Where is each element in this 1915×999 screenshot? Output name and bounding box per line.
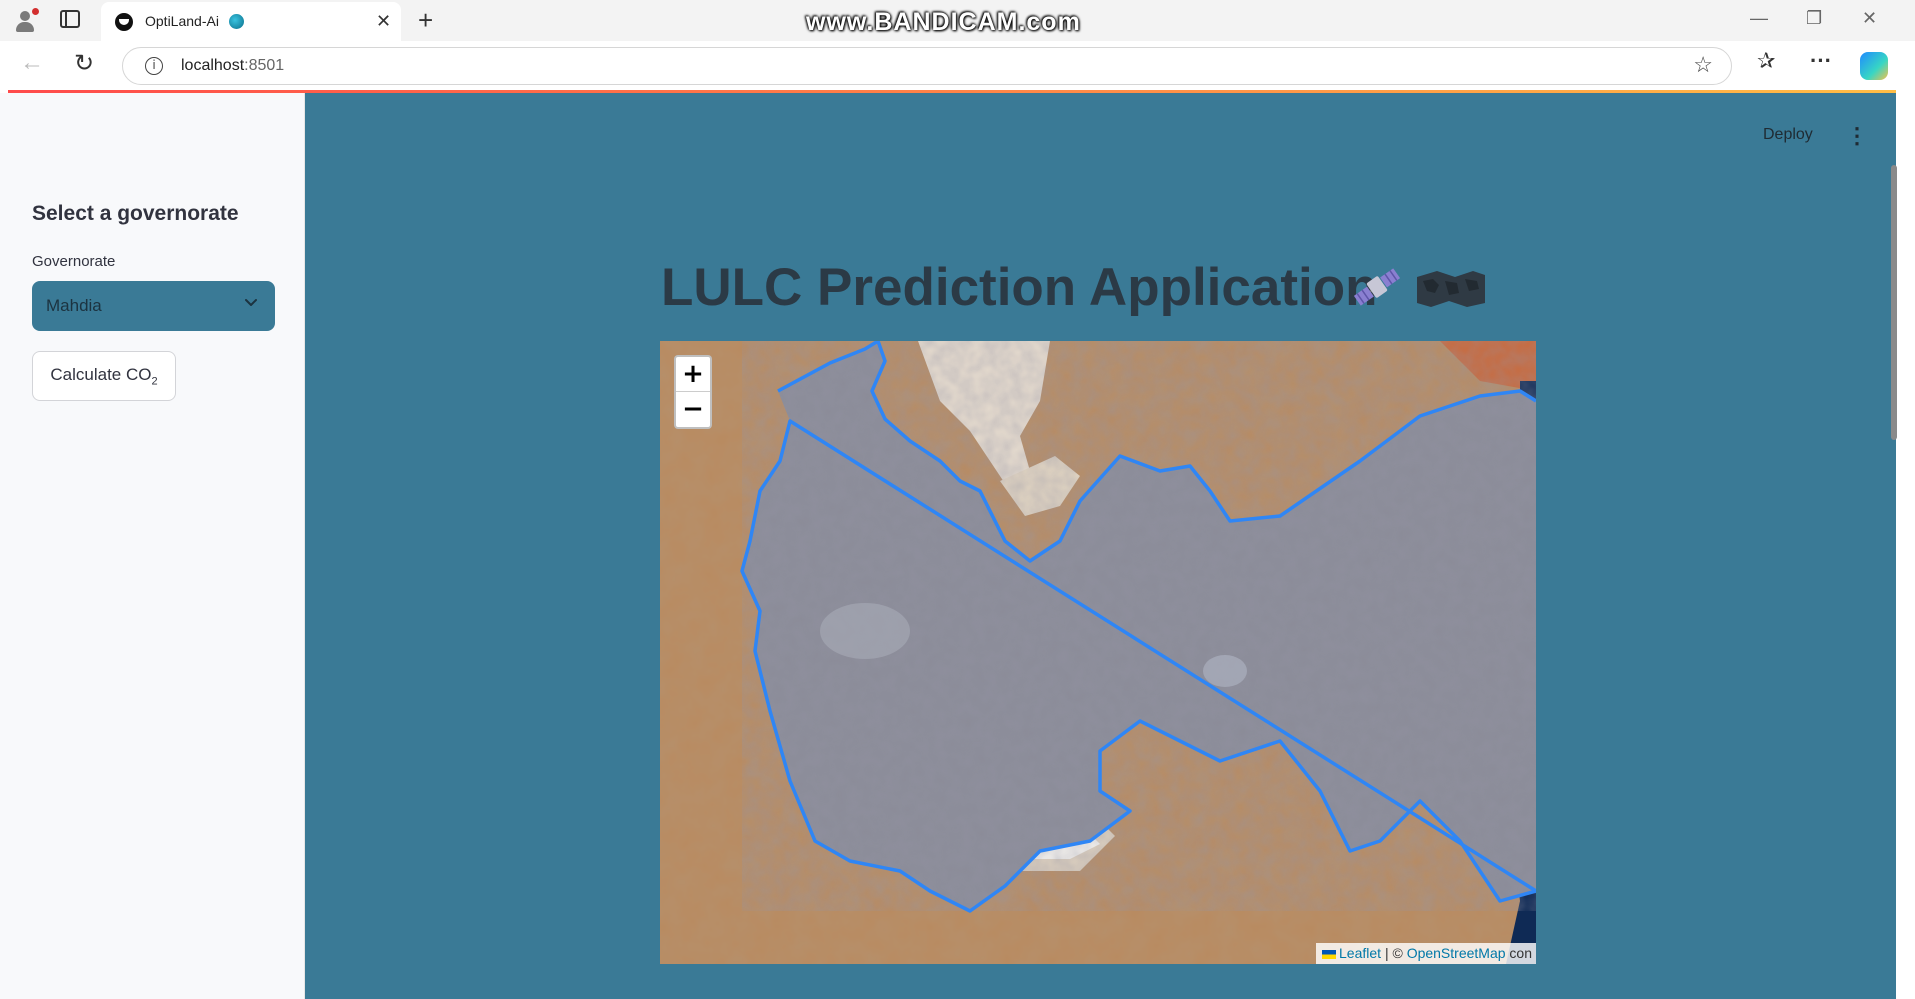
zoom-control: + − <box>674 355 712 429</box>
close-icon[interactable]: ✕ <box>376 11 391 32</box>
main-content: Deploy ⋮ LULC Prediction Application + −… <box>305 93 1897 999</box>
address-bar-row: ← ↻ i localhost:8501 ☆ <box>0 41 1915 90</box>
site-info-icon[interactable]: i <box>145 57 163 75</box>
main-menu-icon[interactable]: ⋮ <box>1846 123 1868 149</box>
leaflet-link[interactable]: Leaflet <box>1339 945 1381 961</box>
profile-icon[interactable] <box>12 8 39 34</box>
zoom-out-button[interactable]: − <box>676 392 710 427</box>
governorate-select-value: Mahdia <box>46 296 102 315</box>
zoom-in-button[interactable]: + <box>676 357 710 392</box>
governorate-label: Governorate <box>32 253 116 270</box>
calculate-co2-button[interactable]: Calculate CO2 <box>32 351 176 401</box>
new-tab-icon[interactable]: + <box>418 5 433 36</box>
window-close-icon[interactable]: ✕ <box>1862 8 1877 29</box>
url-text: localhost:8501 <box>181 57 285 74</box>
chevron-down-icon <box>245 299 257 306</box>
governorate-select[interactable]: Mahdia <box>32 281 275 331</box>
satellite-emoji-icon <box>1353 268 1401 306</box>
sidebar: Select a governorate Governorate Mahdia … <box>0 93 305 999</box>
sidebar-heading: Select a governorate <box>32 202 239 225</box>
url-input[interactable]: i localhost:8501 ☆ <box>122 47 1732 85</box>
tab-actions-icon[interactable] <box>60 10 80 28</box>
page-title: LULC Prediction Application <box>661 258 1378 317</box>
minimize-icon[interactable]: — <box>1750 8 1768 29</box>
browser-tab[interactable]: OptiLand-Ai ✕ <box>101 2 401 41</box>
favorites-icon[interactable]: ✰ <box>1757 48 1775 74</box>
back-icon[interactable]: ← <box>20 49 44 77</box>
globe-icon <box>229 14 244 29</box>
deploy-button[interactable]: Deploy <box>1763 126 1813 144</box>
attribution-separator: | © <box>1381 945 1407 961</box>
tab-favicon-icon <box>115 13 133 31</box>
map-attribution: Leaflet | © OpenStreetMap con <box>1316 943 1536 964</box>
recording-watermark: www.BANDICAM.com <box>806 8 1081 36</box>
browser-tab-bar: OptiLand-Ai ✕ + www.BANDICAM.com — ❐ ✕ <box>0 0 1915 41</box>
world-map-emoji-icon <box>1417 271 1485 307</box>
reload-icon[interactable]: ↻ <box>74 49 94 78</box>
more-icon[interactable]: ··· <box>1810 48 1832 74</box>
ukraine-flag-icon <box>1322 949 1337 959</box>
openstreetmap-link[interactable]: OpenStreetMap <box>1407 945 1506 961</box>
favorite-star-icon[interactable]: ☆ <box>1693 52 1713 78</box>
scrollbar[interactable] <box>1891 165 1897 440</box>
restore-icon[interactable]: ❐ <box>1806 8 1822 29</box>
attribution-tail: con <box>1505 945 1532 961</box>
satellite-tiles[interactable] <box>660 341 1536 964</box>
copilot-icon[interactable] <box>1860 52 1888 80</box>
tab-title: OptiLand-Ai <box>145 13 219 29</box>
map[interactable]: + − Leaflet | © OpenStreetMap con <box>660 341 1536 964</box>
